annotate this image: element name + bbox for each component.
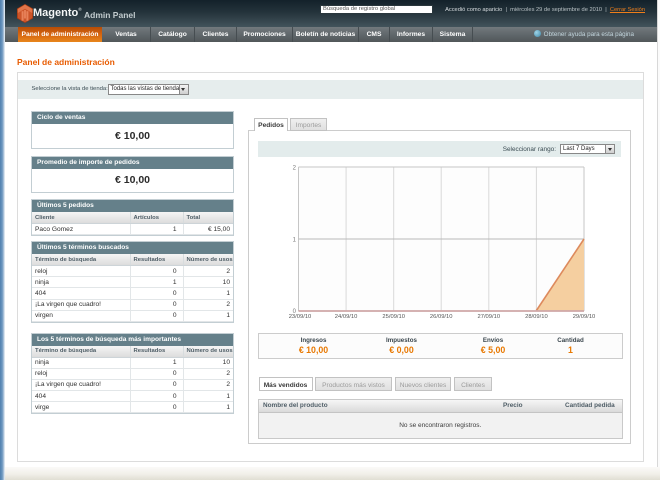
svg-text:28/09/10: 28/09/10 xyxy=(525,314,548,320)
svg-text:1: 1 xyxy=(293,238,297,244)
svg-text:25/09/10: 25/09/10 xyxy=(382,314,405,320)
svg-text:26/09/10: 26/09/10 xyxy=(430,314,453,320)
svg-text:27/09/10: 27/09/10 xyxy=(478,314,501,320)
svg-text:2: 2 xyxy=(293,166,297,172)
svg-text:23/09/10: 23/09/10 xyxy=(289,314,312,320)
svg-text:29/09/10: 29/09/10 xyxy=(573,314,596,320)
svg-text:24/09/10: 24/09/10 xyxy=(335,314,358,320)
